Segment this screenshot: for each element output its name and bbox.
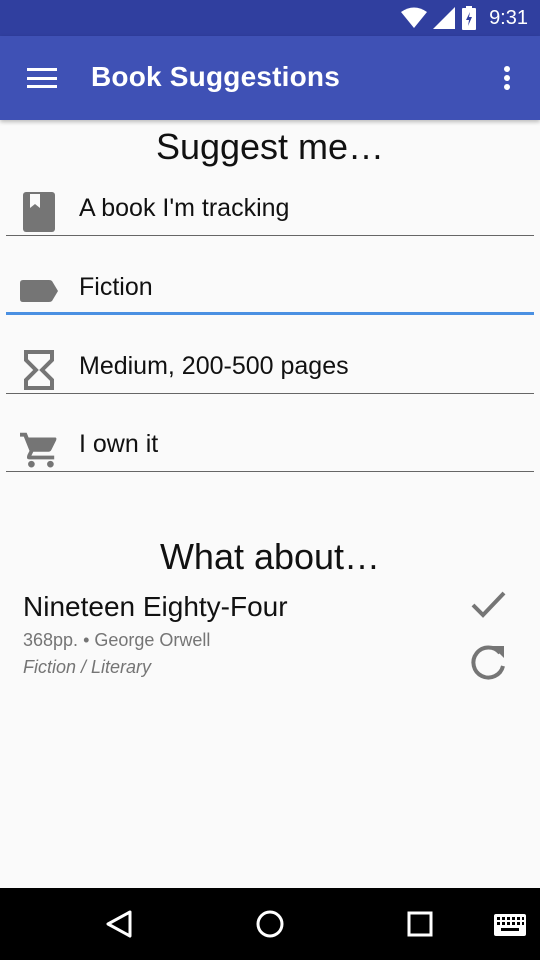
hourglass-icon [24,350,54,390]
tag-icon [20,280,58,302]
result-heading: What about… [159,536,381,577]
tracking-field-value: A book I'm tracking [79,194,290,222]
wifi-icon [401,7,428,28]
book-author: George Orwell [94,630,211,650]
genre-field-value: Fiction [79,273,153,301]
suggest-heading: Suggest me… [155,126,385,167]
tracking-field[interactable]: A book I'm tracking [6,180,534,236]
book-title: Nineteen Eighty-Four [23,591,288,622]
home-button[interactable] [246,900,294,948]
checkmark-icon [471,591,506,618]
navigation-bar [0,888,540,960]
refresh-button[interactable] [464,639,512,687]
genre-field[interactable]: Fiction [6,259,534,315]
menu-icon[interactable] [24,64,60,92]
keyboard-button[interactable] [486,900,534,948]
recents-icon [407,911,433,937]
accept-button[interactable] [464,580,512,628]
status-time: 9:31 [489,6,528,29]
cell-signal-icon [433,7,456,29]
more-options-icon[interactable] [492,62,522,94]
battery-icon [462,6,477,30]
status-bar: 9:31 [0,0,540,36]
length-field-value: Medium, 200-500 pages [79,352,349,380]
app-bar: Book Suggestions [0,36,540,120]
ownership-field[interactable]: I own it [6,416,534,472]
recents-button[interactable] [396,900,444,948]
back-icon [106,910,132,938]
keyboard-icon [494,914,526,936]
ownership-field-value: I own it [79,430,159,458]
cart-icon [20,432,57,468]
length-field[interactable]: Medium, 200-500 pages [6,338,534,394]
book-pages: 368pp. [23,630,79,650]
book-icon [23,192,55,232]
meta-separator: • [83,630,90,650]
app-title: Book Suggestions [91,61,340,92]
back-button[interactable] [96,900,144,948]
book-genre: Fiction / Literary [23,657,152,677]
refresh-icon [471,645,505,680]
home-icon [256,910,284,938]
book-meta: 368pp. • George Orwell [23,630,210,651]
